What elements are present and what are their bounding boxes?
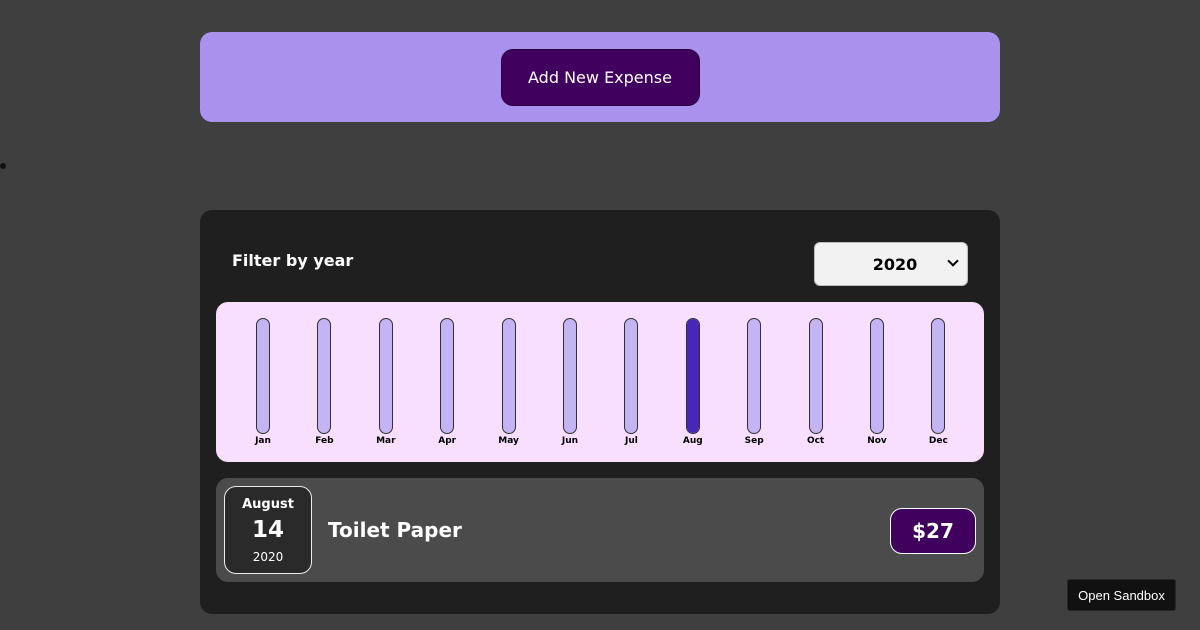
- add-new-expense-button[interactable]: Add New Expense: [500, 48, 700, 106]
- year-select-value: 2020: [872, 254, 918, 274]
- app-root: Add New Expense Filter by year 2020 Jan F…: [0, 0, 1200, 630]
- year-select[interactable]: 2020: [814, 242, 968, 286]
- expense-item: August 14 2020 Toilet Paper $27: [216, 478, 984, 582]
- list-bullet-dot: [0, 163, 6, 169]
- open-sandbox-button[interactable]: Open Sandbox: [1067, 579, 1176, 611]
- chart-bar-dec: Dec: [878, 318, 998, 454]
- expense-date-month: August: [242, 497, 294, 512]
- new-expense-panel: Add New Expense: [200, 32, 1000, 122]
- expense-title: Toilet Paper: [328, 518, 462, 542]
- expense-date-year: 2020: [252, 550, 284, 564]
- chart-bar-track: [931, 318, 946, 434]
- chart-bar-label: Dec: [928, 436, 948, 446]
- filter-by-year-label: Filter by year: [232, 251, 354, 270]
- expense-date-day: 14: [251, 517, 284, 543]
- expenses-card: Filter by year 2020 Jan Feb Mar Apr May Jun Ju…: [200, 210, 1000, 614]
- expense-date: August 14 2020: [224, 486, 312, 574]
- expense-amount: $27: [890, 508, 976, 554]
- chevron-down-icon: [947, 255, 959, 267]
- expenses-chart: Jan Feb Mar Apr May Jun Jul Aug Sep Oct Nov Dec: [216, 302, 984, 462]
